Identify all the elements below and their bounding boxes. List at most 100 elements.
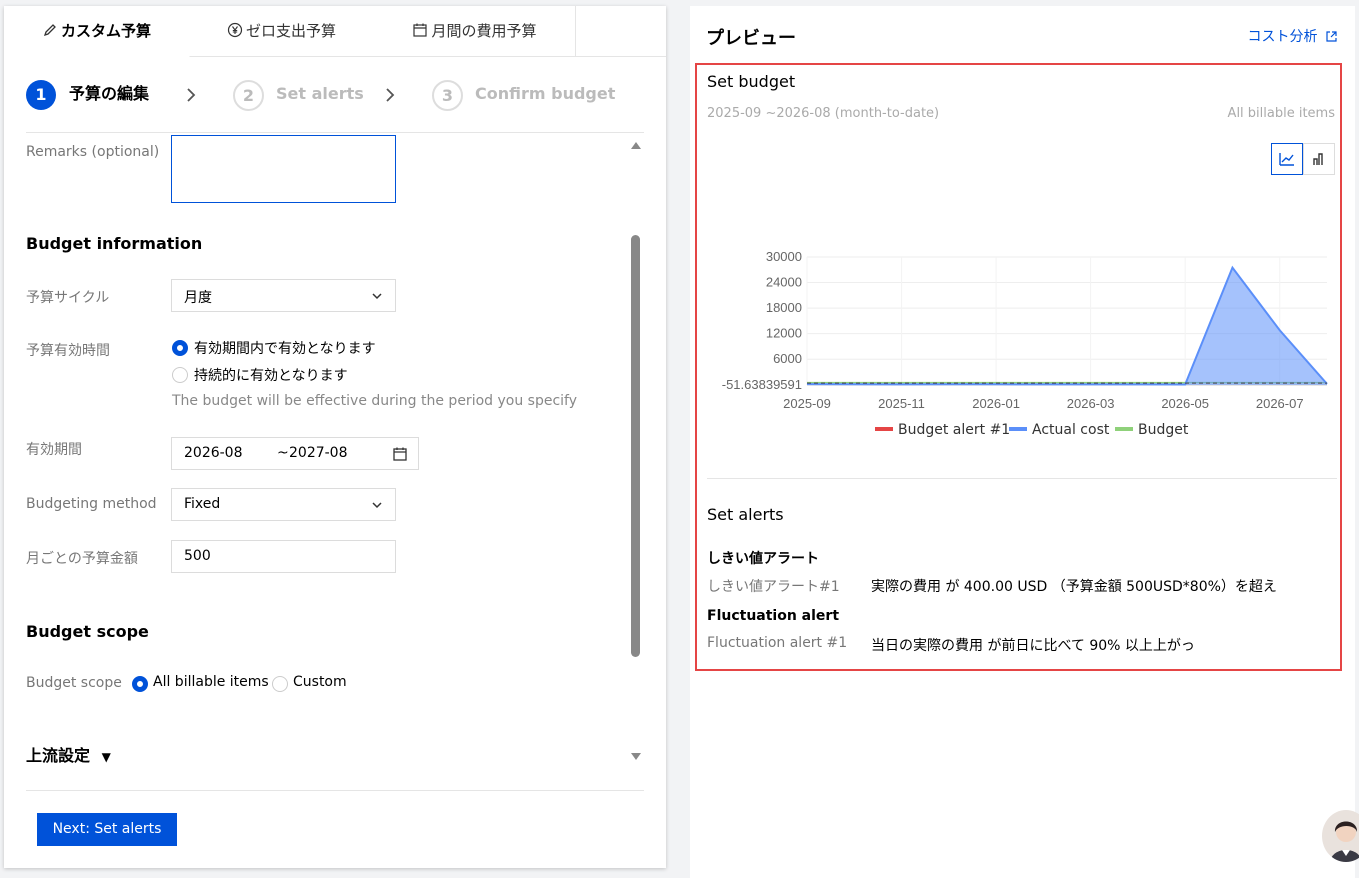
- budget-preview-box: Set budget 2025-09 ~2026-08 (month-to-da…: [695, 63, 1342, 671]
- scroll-up-arrow-icon[interactable]: [630, 140, 642, 150]
- scope-custom-radio[interactable]: [272, 676, 288, 692]
- x-tick-label: 2026-03: [1067, 396, 1115, 410]
- budget-chart: 30000 24000 18000 12000 6000 -51.63839591 2025…: [722, 249, 1328, 410]
- legend-actual-cost[interactable]: Actual cost: [1009, 422, 1109, 438]
- legend-budget[interactable]: Budget: [1115, 422, 1188, 438]
- cost-analysis-label: コスト分析: [1247, 29, 1318, 45]
- upstream-settings-toggle[interactable]: 上流設定 ▼: [26, 742, 111, 766]
- validity-continuous-label[interactable]: 持続的に有効となります: [194, 365, 348, 385]
- step-3-label: Confirm budget: [475, 84, 616, 103]
- yen-circle-icon: [227, 22, 243, 38]
- scroll-down-arrow-icon[interactable]: [630, 752, 642, 762]
- y-tick-label: -51.63839591: [722, 377, 802, 392]
- step-1-number: 1: [26, 80, 56, 110]
- effective-period-label: 有効期間: [26, 442, 82, 458]
- legend-label: Actual cost: [1032, 422, 1110, 438]
- legend-budget-alert[interactable]: Budget alert #1: [875, 422, 1010, 438]
- line-chart-toggle[interactable]: [1271, 143, 1303, 175]
- legend-swatch: [875, 427, 893, 431]
- step-2-number: 2: [233, 80, 264, 111]
- fluctuation-alert-text: 当日の実際の費用 が前日に比べて 90% 以上上がっ: [871, 638, 1195, 654]
- y-tick-label: 12000: [766, 326, 802, 341]
- preview-title: プレビュー: [706, 28, 796, 49]
- series-actual-cost-area: [807, 267, 1327, 385]
- scope-all-billable-radio[interactable]: [132, 676, 148, 692]
- y-tick-label: 24000: [766, 275, 802, 290]
- preview-period: 2025-09 ~2026-08 (month-to-date): [707, 106, 940, 121]
- tab-zero-spend-budget[interactable]: ゼロ支出予算: [189, 6, 375, 56]
- x-tick-label: 2025-09: [783, 396, 831, 410]
- period-separator: ~: [277, 445, 289, 461]
- x-tick-label: 2026-01: [972, 396, 1020, 410]
- legend-swatch: [1115, 427, 1133, 431]
- tab-monthly-cost-budget[interactable]: 月間の費用予算: [374, 6, 576, 56]
- validity-hint: The budget will be effective during the …: [172, 393, 578, 409]
- chevron-down-icon: [372, 293, 382, 300]
- cost-analysis-link[interactable]: コスト分析: [1248, 26, 1337, 46]
- monthly-amount-value: 500: [184, 548, 211, 564]
- validity-within-period-radio[interactable]: [172, 340, 188, 356]
- scope-all-billable-label[interactable]: All billable items: [153, 674, 269, 690]
- monthly-amount-input[interactable]: 500: [171, 540, 396, 573]
- line-chart-icon: [1279, 153, 1294, 166]
- validity-label: 予算有効時間: [26, 343, 110, 359]
- divider: [26, 790, 644, 791]
- x-tick-label: 2026-07: [1256, 396, 1304, 410]
- scrollbar-thumb[interactable]: [631, 235, 640, 657]
- budget-scope-heading: Budget scope: [26, 622, 149, 641]
- validity-continuous-radio[interactable]: [172, 367, 188, 383]
- remarks-textarea[interactable]: [171, 135, 396, 203]
- y-tick-label: 30000: [766, 249, 802, 264]
- calendar-icon: [413, 23, 428, 37]
- divider: [707, 478, 1337, 479]
- legend-label: Budget: [1138, 422, 1189, 438]
- chevron-down-icon: [372, 502, 382, 509]
- period-start: 2026-08: [184, 445, 243, 461]
- step-3-number: 3: [432, 80, 463, 111]
- budget-cycle-select[interactable]: 月度: [171, 279, 396, 312]
- scope-custom-label[interactable]: Custom: [293, 674, 347, 690]
- budgeting-method-value: Fixed: [184, 496, 221, 512]
- chevron-right-icon: [386, 88, 395, 102]
- threshold-alert-text: 実際の費用 が 400.00 USD （予算金額 500USD*80%）を超え: [871, 579, 1277, 595]
- caret-down-icon: ▼: [101, 750, 111, 764]
- step-2-label: Set alerts: [276, 84, 364, 103]
- tab-label: カスタム予算: [60, 22, 151, 40]
- upstream-settings-label: 上流設定: [26, 746, 91, 765]
- remarks-label: Remarks (optional): [26, 144, 160, 160]
- budget-type-tabs: カスタム予算 ゼロ支出予算 月間の費用予算: [4, 6, 666, 57]
- divider: [26, 132, 644, 133]
- tab-label: 月間の費用予算: [431, 22, 537, 40]
- x-tick-label: 2026-05: [1161, 396, 1209, 410]
- step-indicator: 1 予算の編集 2 Set alerts 3 Confirm budget: [4, 56, 666, 132]
- y-tick-label: 18000: [766, 300, 802, 315]
- budgeting-method-select[interactable]: Fixed: [171, 488, 396, 521]
- threshold-alert-heading: しきい値アラート: [707, 551, 819, 567]
- budget-edit-card: カスタム予算 ゼロ支出予算 月間の費用予算 1 予算の編集 2 Set aler…: [4, 6, 666, 868]
- threshold-alert-label: しきい値アラート#1: [707, 579, 840, 595]
- external-link-icon: [1326, 31, 1337, 42]
- legend-label: Budget alert #1: [898, 422, 1011, 438]
- budget-information-heading: Budget information: [26, 234, 203, 253]
- preview-panel: プレビュー コスト分析 Set budget 2025-09 ~2026-08 …: [690, 6, 1355, 878]
- pencil-icon: [43, 24, 56, 37]
- tab-label: ゼロ支出予算: [245, 22, 336, 40]
- fluctuation-alert-label: Fluctuation alert #1: [707, 635, 848, 651]
- y-tick-label: 6000: [773, 351, 802, 366]
- budgeting-method-label: Budgeting method: [26, 496, 157, 512]
- effective-period-range-picker[interactable]: 2026-08 ~ 2027-08: [171, 437, 419, 470]
- tab-custom-budget[interactable]: カスタム予算: [4, 6, 190, 57]
- bar-chart-icon: [1313, 153, 1323, 165]
- chevron-right-icon: [187, 88, 196, 102]
- bar-chart-toggle[interactable]: [1303, 143, 1335, 175]
- monthly-amount-label: 月ごとの予算金額: [26, 551, 138, 567]
- budget-cycle-label: 予算サイクル: [26, 290, 110, 306]
- budget-scope-label: Budget scope: [26, 675, 122, 691]
- validity-within-period-label[interactable]: 有効期間内で有効となります: [194, 338, 376, 358]
- next-set-alerts-button[interactable]: Next: Set alerts: [37, 813, 177, 846]
- x-tick-label: 2025-11: [878, 396, 925, 410]
- fluctuation-alert-heading: Fluctuation alert: [707, 608, 840, 624]
- budget-cycle-value: 月度: [184, 290, 212, 306]
- step-1-label: 予算の編集: [69, 84, 150, 103]
- preview-scope: All billable items: [1227, 106, 1335, 121]
